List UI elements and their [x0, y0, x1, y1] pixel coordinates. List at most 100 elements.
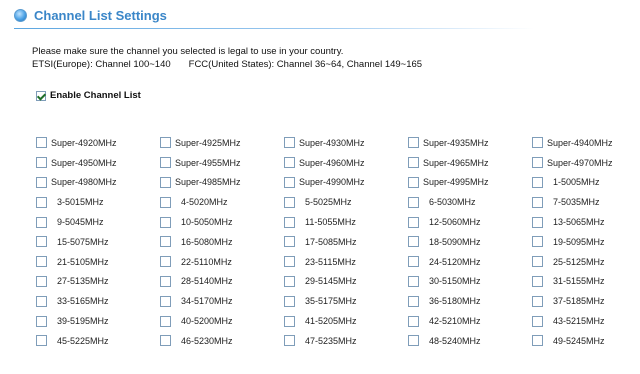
- channel-option[interactable]: Super-4950MHz: [36, 157, 160, 169]
- channel-option[interactable]: Super-4970MHz: [532, 157, 640, 169]
- channel-checkbox[interactable]: [36, 236, 47, 248]
- channel-option[interactable]: Super-4985MHz: [160, 176, 284, 188]
- channel-checkbox[interactable]: [408, 256, 419, 268]
- enable-channel-list-toggle[interactable]: Enable Channel List: [36, 90, 141, 101]
- channel-checkbox[interactable]: [160, 275, 171, 287]
- channel-checkbox[interactable]: [408, 236, 419, 248]
- channel-checkbox[interactable]: [284, 157, 295, 169]
- channel-checkbox[interactable]: [36, 196, 47, 208]
- channel-option[interactable]: Super-4920MHz: [36, 137, 160, 149]
- channel-checkbox[interactable]: [408, 157, 419, 169]
- channel-option[interactable]: 37-5185MHz: [532, 295, 640, 307]
- channel-option[interactable]: 6-5030MHz: [408, 196, 532, 208]
- channel-option[interactable]: 13-5065MHz: [532, 216, 640, 228]
- channel-option[interactable]: 12-5060MHz: [408, 216, 532, 228]
- channel-option[interactable]: 23-5115MHz: [284, 256, 408, 268]
- channel-checkbox[interactable]: [36, 176, 47, 188]
- channel-checkbox[interactable]: [532, 176, 543, 188]
- channel-checkbox[interactable]: [532, 157, 543, 169]
- channel-option[interactable]: 40-5200MHz: [160, 315, 284, 327]
- channel-option[interactable]: 16-5080MHz: [160, 236, 284, 248]
- channel-checkbox[interactable]: [160, 157, 171, 169]
- channel-checkbox[interactable]: [36, 157, 47, 169]
- channel-option[interactable]: Super-4930MHz: [284, 137, 408, 149]
- channel-option[interactable]: 10-5050MHz: [160, 216, 284, 228]
- channel-option[interactable]: 48-5240MHz: [408, 335, 532, 347]
- channel-option[interactable]: 17-5085MHz: [284, 236, 408, 248]
- channel-option[interactable]: 25-5125MHz: [532, 256, 640, 268]
- channel-checkbox[interactable]: [284, 196, 295, 208]
- channel-checkbox[interactable]: [36, 275, 47, 287]
- channel-option[interactable]: 7-5035MHz: [532, 196, 640, 208]
- channel-option[interactable]: 34-5170MHz: [160, 295, 284, 307]
- channel-option[interactable]: Super-4990MHz: [284, 176, 408, 188]
- channel-option[interactable]: 11-5055MHz: [284, 216, 408, 228]
- channel-option[interactable]: 4-5020MHz: [160, 196, 284, 208]
- channel-checkbox[interactable]: [160, 176, 171, 188]
- channel-checkbox[interactable]: [532, 137, 543, 149]
- channel-checkbox[interactable]: [284, 256, 295, 268]
- channel-checkbox[interactable]: [160, 236, 171, 248]
- channel-option[interactable]: 49-5245MHz: [532, 335, 640, 347]
- channel-checkbox[interactable]: [284, 236, 295, 248]
- channel-option[interactable]: Super-4960MHz: [284, 157, 408, 169]
- channel-checkbox[interactable]: [408, 176, 419, 188]
- channel-checkbox[interactable]: [408, 196, 419, 208]
- channel-checkbox[interactable]: [36, 315, 47, 327]
- channel-option[interactable]: 41-5205MHz: [284, 315, 408, 327]
- channel-option[interactable]: 35-5175MHz: [284, 295, 408, 307]
- channel-checkbox[interactable]: [160, 137, 171, 149]
- channel-option[interactable]: Super-4965MHz: [408, 157, 532, 169]
- channel-checkbox[interactable]: [284, 335, 295, 347]
- channel-checkbox[interactable]: [284, 216, 295, 228]
- channel-checkbox[interactable]: [408, 315, 419, 327]
- channel-checkbox[interactable]: [284, 137, 295, 149]
- channel-option[interactable]: 43-5215MHz: [532, 315, 640, 327]
- channel-checkbox[interactable]: [408, 216, 419, 228]
- channel-checkbox[interactable]: [532, 236, 543, 248]
- channel-checkbox[interactable]: [160, 315, 171, 327]
- channel-checkbox[interactable]: [408, 137, 419, 149]
- channel-checkbox[interactable]: [160, 256, 171, 268]
- channel-checkbox[interactable]: [160, 196, 171, 208]
- channel-checkbox[interactable]: [284, 315, 295, 327]
- channel-checkbox[interactable]: [160, 216, 171, 228]
- channel-option[interactable]: 9-5045MHz: [36, 216, 160, 228]
- enable-channel-list-checkbox[interactable]: [36, 90, 46, 101]
- channel-option[interactable]: Super-4980MHz: [36, 176, 160, 188]
- channel-option[interactable]: 1-5005MHz: [532, 176, 640, 188]
- channel-checkbox[interactable]: [284, 275, 295, 287]
- channel-option[interactable]: 19-5095MHz: [532, 236, 640, 248]
- channel-checkbox[interactable]: [408, 335, 419, 347]
- channel-checkbox[interactable]: [408, 275, 419, 287]
- channel-option[interactable]: 21-5105MHz: [36, 256, 160, 268]
- channel-checkbox[interactable]: [532, 335, 543, 347]
- channel-checkbox[interactable]: [284, 176, 295, 188]
- channel-option[interactable]: 47-5235MHz: [284, 335, 408, 347]
- channel-option[interactable]: 22-5110MHz: [160, 256, 284, 268]
- channel-option[interactable]: 5-5025MHz: [284, 196, 408, 208]
- channel-option[interactable]: Super-4940MHz: [532, 137, 640, 149]
- channel-option[interactable]: 27-5135MHz: [36, 275, 160, 287]
- channel-option[interactable]: 46-5230MHz: [160, 335, 284, 347]
- channel-checkbox[interactable]: [36, 256, 47, 268]
- channel-option[interactable]: 39-5195MHz: [36, 315, 160, 327]
- channel-checkbox[interactable]: [532, 216, 543, 228]
- channel-option[interactable]: Super-4995MHz: [408, 176, 532, 188]
- channel-option[interactable]: 33-5165MHz: [36, 295, 160, 307]
- channel-option[interactable]: 30-5150MHz: [408, 275, 532, 287]
- channel-option[interactable]: Super-4935MHz: [408, 137, 532, 149]
- channel-option[interactable]: 28-5140MHz: [160, 275, 284, 287]
- channel-option[interactable]: 15-5075MHz: [36, 236, 160, 248]
- channel-checkbox[interactable]: [532, 196, 543, 208]
- channel-checkbox[interactable]: [532, 315, 543, 327]
- channel-option[interactable]: 24-5120MHz: [408, 256, 532, 268]
- channel-option[interactable]: 42-5210MHz: [408, 315, 532, 327]
- channel-checkbox[interactable]: [36, 216, 47, 228]
- channel-option[interactable]: Super-4955MHz: [160, 157, 284, 169]
- channel-option[interactable]: Super-4925MHz: [160, 137, 284, 149]
- channel-option[interactable]: 31-5155MHz: [532, 275, 640, 287]
- channel-checkbox[interactable]: [532, 295, 543, 307]
- channel-option[interactable]: 36-5180MHz: [408, 295, 532, 307]
- channel-checkbox[interactable]: [160, 295, 171, 307]
